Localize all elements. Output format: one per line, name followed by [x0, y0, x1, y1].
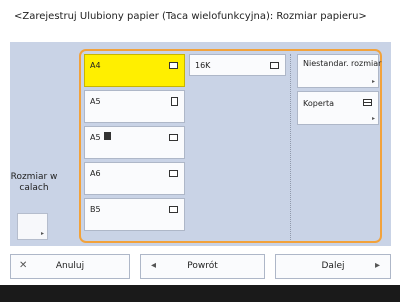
envelope-button[interactable]: Koperta ▸ — [297, 91, 379, 125]
landscape-paper-icon — [270, 62, 279, 69]
paper-a5r-label: A5 — [90, 133, 101, 142]
landscape-paper-icon — [169, 62, 178, 69]
paper-16k-label: 16K — [195, 61, 211, 70]
expand-arrow-icon: ▸ — [40, 230, 44, 237]
custom-size-button[interactable]: Niestandar. rozmiar ▸ — [297, 54, 382, 88]
status-bar — [0, 285, 400, 302]
landscape-paper-icon — [169, 134, 178, 141]
next-button[interactable]: Dalej ▸ — [275, 254, 391, 279]
paper-b5-label: B5 — [90, 205, 101, 214]
next-label: Dalej — [321, 261, 345, 271]
portrait-paper-icon — [171, 97, 178, 106]
inch-size-label: Rozmiar w calach — [10, 172, 58, 193]
expand-arrow-icon: ▸ — [371, 115, 375, 122]
paper-a5-label: A5 — [90, 97, 101, 106]
paper-16k-button[interactable]: 16K — [189, 54, 286, 76]
envelope-label: Koperta — [303, 99, 335, 108]
paper-b5-button[interactable]: B5 — [84, 198, 185, 231]
envelope-icon — [363, 99, 372, 106]
rotate-icon — [104, 132, 111, 140]
landscape-paper-icon — [169, 170, 178, 177]
paper-a4-label: A4 — [90, 61, 101, 70]
expand-arrow-icon: ▸ — [371, 78, 375, 85]
paper-a4-button[interactable]: A4 — [84, 54, 185, 87]
paper-a6-label: A6 — [90, 169, 101, 178]
back-label: Powrót — [187, 261, 218, 271]
page-title: <Zarejestruj Ulubiony papier (Taca wielo… — [14, 11, 367, 22]
paper-a5-button[interactable]: A5 — [84, 90, 185, 123]
divider — [290, 54, 291, 240]
paper-a6-button[interactable]: A6 — [84, 162, 185, 195]
cancel-label: Anuluj — [55, 261, 85, 271]
landscape-paper-icon — [169, 206, 178, 213]
custom-size-label: Niestandar. rozmiar — [303, 59, 382, 68]
arrow-right-icon: ▸ — [374, 260, 380, 271]
paper-a5r-button[interactable]: A5 — [84, 126, 185, 159]
cancel-button[interactable]: ✕ Anuluj — [10, 254, 130, 279]
back-button[interactable]: ◂ Powrót — [140, 254, 265, 279]
inch-size-button[interactable]: ▸ — [17, 213, 48, 240]
